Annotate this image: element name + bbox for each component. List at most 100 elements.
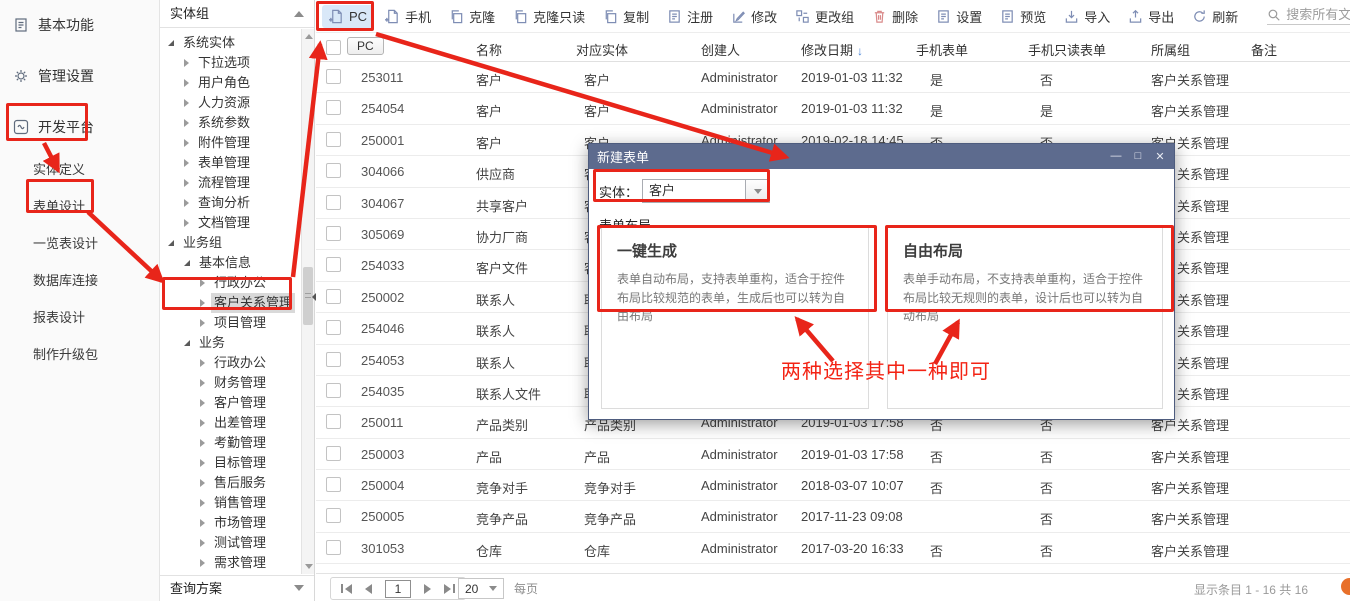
entity-select[interactable]: 客户 [642,179,770,203]
row-checkbox[interactable] [326,320,341,335]
sidebar-item-form-design[interactable]: 表单设计 [0,197,159,217]
first-page-button[interactable] [341,584,352,594]
row-checkbox[interactable] [326,69,341,84]
sidebar-item-admin-settings[interactable]: 管理设置 [0,65,159,87]
entity-select-value[interactable]: 客户 [642,179,746,203]
row-checkbox[interactable] [326,226,341,241]
tree-item[interactable]: 查询分析 [160,193,301,213]
row-checkbox[interactable] [326,477,341,492]
register-button[interactable]: 注册 [660,3,720,30]
tree-item[interactable]: 测试管理 [160,533,301,553]
tree-item[interactable]: 市场管理 [160,513,301,533]
minimize-icon[interactable]: — [1110,150,1122,163]
row-checkbox[interactable] [326,508,341,523]
table-row[interactable]: 253011 客户 客户 Administrator 2019-01-03 11… [316,62,1350,93]
sidebar-item-list-design[interactable]: 一览表设计 [0,234,159,254]
scroll-up-icon[interactable] [305,34,313,39]
table-row[interactable]: 250004 竞争对手 竞争对手 Administrator 2018-03-0… [316,470,1350,501]
sidebar-item-report-design[interactable]: 报表设计 [0,308,159,328]
tree-item[interactable]: 表单管理 [160,153,301,173]
new-mobile-form-button[interactable]: 手机 [378,3,438,30]
tree-expander-icon[interactable] [200,279,205,287]
sidebar-item-upgrade-package[interactable]: 制作升级包 [0,345,159,365]
tree-item[interactable]: 目标管理 [160,453,301,473]
table-row[interactable]: 250003 产品 产品 Administrator 2019-01-03 17… [316,439,1350,470]
tree-expander-icon[interactable] [200,459,205,467]
tree-expander-icon[interactable] [200,299,205,307]
delete-button[interactable]: 删除 [865,3,925,30]
table-row[interactable]: 301053 仓库 仓库 Administrator 2017-03-20 16… [316,533,1350,564]
tree-expander-icon[interactable] [200,399,205,407]
page-number-input[interactable]: 1 [385,580,411,598]
tree-expander-icon[interactable] [184,260,190,266]
maximize-icon[interactable]: □ [1132,150,1144,163]
tree-item[interactable]: 流程管理 [160,173,301,193]
refresh-button[interactable]: 刷新 [1185,3,1245,30]
prev-page-button[interactable] [365,584,372,594]
tree-item[interactable]: 行政办公 [160,353,301,373]
tree-expander-icon[interactable] [184,199,189,207]
tree-item[interactable]: 用户角色 [160,73,301,93]
row-checkbox[interactable] [326,540,341,555]
row-checkbox[interactable] [326,100,341,115]
tree-item[interactable]: 需求管理 [160,553,301,573]
tree-item[interactable]: 业务组 [160,233,301,253]
edit-button[interactable]: 修改 [724,3,784,30]
tree-expander-icon[interactable] [200,359,205,367]
tree-expander-icon[interactable] [200,559,205,567]
export-button[interactable]: 导出 [1121,3,1181,30]
tree-item[interactable]: 系统参数 [160,113,301,133]
tree-item[interactable]: 客户管理 [160,393,301,413]
tree-expander-icon[interactable] [200,519,205,527]
settings-button[interactable]: 设置 [929,3,989,30]
tree-item[interactable]: 人力资源 [160,93,301,113]
import-button[interactable]: 导入 [1057,3,1117,30]
page-size-select[interactable]: 20 [458,578,504,599]
entity-select-button[interactable] [746,179,770,203]
change-group-button[interactable]: 更改组 [788,3,861,30]
tree-expander-icon[interactable] [184,79,189,87]
table-row[interactable]: 254054 客户 客户 Administrator 2019-01-03 11… [316,93,1350,124]
col-header-name[interactable]: 名称 [476,40,502,59]
scroll-down-icon[interactable] [305,564,313,569]
col-header-mobile-readonly[interactable]: 手机只读表单 [1028,40,1106,59]
row-checkbox[interactable] [326,289,341,304]
tree-item[interactable]: 项目管理 [160,313,301,333]
close-icon[interactable]: ✕ [1154,150,1166,163]
tree-expander-icon[interactable] [200,499,205,507]
form-layout-option-auto[interactable]: 一键生成 表单自动布局，支持表单重构，适合于控件布局比较规范的表单，生成后也可以… [601,226,869,409]
group-tab-pc[interactable]: PC [347,37,384,55]
row-checkbox[interactable] [326,132,341,147]
tree-expander-icon[interactable] [184,340,190,346]
row-checkbox[interactable] [326,257,341,272]
tree-expander-icon[interactable] [184,59,189,67]
col-header-modified[interactable]: 修改日期↓ [801,40,863,59]
tree-item[interactable]: 财务管理 [160,373,301,393]
col-header-mobile-form[interactable]: 手机表单 [916,40,968,59]
col-header-entity[interactable]: 对应实体 [576,40,628,59]
tree-expander-icon[interactable] [184,139,189,147]
tree-item[interactable]: 客户关系管理 [160,293,301,313]
expand-down-icon[interactable] [294,585,304,591]
tree-item[interactable]: 出差管理 [160,413,301,433]
clone-button[interactable]: 克隆 [442,3,502,30]
help-badge[interactable] [1341,578,1350,595]
tree-item[interactable]: 基本信息 [160,253,301,273]
tree-item[interactable]: 系统实体 [160,33,301,53]
last-page-button[interactable] [444,584,455,594]
tree-item[interactable]: 附件管理 [160,133,301,153]
select-all-checkbox[interactable] [326,40,341,55]
row-checkbox[interactable] [326,414,341,429]
preview-button[interactable]: 预览 [993,3,1053,30]
tree-item[interactable]: 售后服务 [160,473,301,493]
tree-item[interactable]: 下拉选项 [160,53,301,73]
copy-button[interactable]: 复制 [596,3,656,30]
col-header-note[interactable]: 备注 [1251,40,1277,59]
tree-expander-icon[interactable] [200,379,205,387]
tree-item[interactable]: 行政办公 [160,273,301,293]
col-header-creator[interactable]: 创建人 [701,40,740,59]
col-header-group[interactable]: 所属组 [1151,40,1190,59]
sidebar-item-basic-functions[interactable]: 基本功能 [0,14,159,36]
tree-expander-icon[interactable] [184,119,189,127]
new-pc-form-button[interactable]: PC [322,5,374,28]
